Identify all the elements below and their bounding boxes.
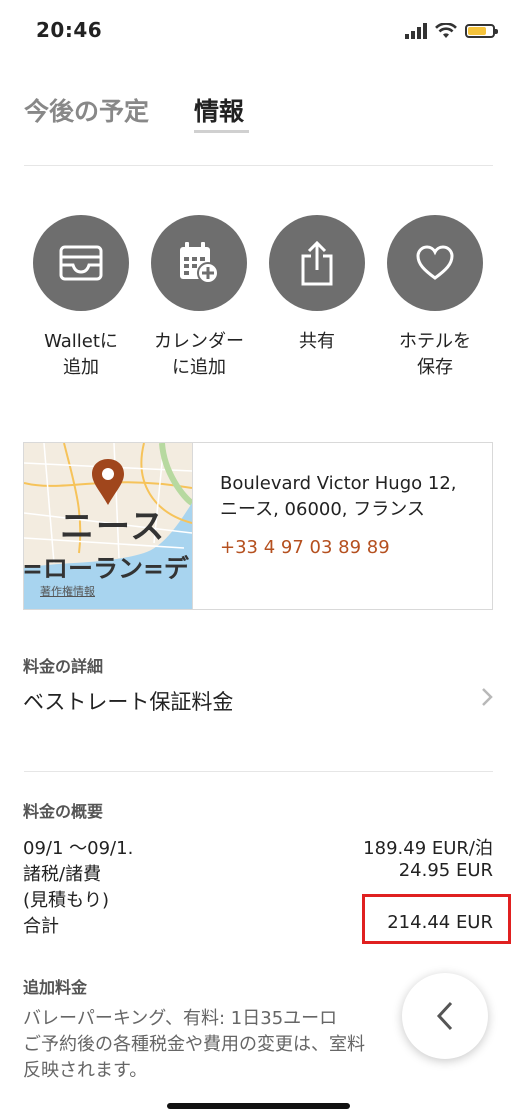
status-time: 20:46 <box>36 18 103 42</box>
save-hotel-button[interactable]: ホテルを 保存 <box>380 215 490 381</box>
cellular-signal-icon <box>405 23 427 39</box>
taxes-label: 諸税/諸費 <box>23 864 102 885</box>
wallet-icon <box>59 245 103 281</box>
tab-upcoming[interactable]: 今後の予定 <box>24 92 149 128</box>
divider <box>24 165 493 166</box>
map-copyright-link[interactable]: 著作権情報 <box>40 583 95 599</box>
add-to-calendar-label: カレンダー に追加 <box>154 331 244 378</box>
share-icon <box>301 240 333 286</box>
save-hotel-label: ホテルを 保存 <box>399 331 471 378</box>
share-button[interactable]: 共有 <box>262 215 372 355</box>
share-label: 共有 <box>299 331 335 352</box>
heart-icon <box>416 245 454 280</box>
hotel-phone-link[interactable]: +33 4 97 03 89 89 <box>220 537 390 558</box>
back-button[interactable] <box>402 973 488 1059</box>
dates-label: 09/1 〜09/1. <box>23 838 134 859</box>
chevron-right-icon[interactable] <box>480 686 494 708</box>
tab-info[interactable]: 情報 <box>194 92 244 128</box>
add-to-wallet-button[interactable]: Walletに 追加 <box>26 215 136 381</box>
calendar-add-icon <box>180 242 219 284</box>
map-pin-icon <box>92 459 124 505</box>
taxes-value: 24.95 EUR <box>398 860 493 881</box>
map-street-label: =ローラン=デ <box>24 554 189 583</box>
estimate-label: (見積もり) <box>23 890 110 911</box>
rate-details-label: 料金の詳細 <box>23 657 104 676</box>
map-thumbnail[interactable]: ニース =ローラン=デ 著作権情報 <box>24 443 193 609</box>
extra-charges-line: 反映されます。 <box>23 1060 148 1081</box>
add-to-wallet-label: Walletに 追加 <box>44 331 118 378</box>
extra-charges-line: ご予約後の各種税金や費用の変更は、室料 <box>23 1034 365 1055</box>
battery-icon <box>465 24 498 38</box>
extra-charges-label: 追加料金 <box>23 978 88 997</box>
add-to-calendar-button[interactable]: カレンダー に追加 <box>144 215 254 381</box>
chevron-left-icon <box>436 1001 453 1031</box>
location-card[interactable]: ニース =ローラン=デ 著作権情報 Boulevard Victor Hugo … <box>23 442 493 610</box>
price-summary-label: 料金の概要 <box>23 802 104 821</box>
wifi-icon <box>435 23 457 38</box>
nightly-rate-value: 189.49 EUR/泊 <box>363 838 493 859</box>
total-highlight-box <box>362 894 511 944</box>
status-icons <box>405 20 498 42</box>
rate-title[interactable]: ベストレート保証料金 <box>23 686 233 716</box>
tab-underline <box>194 130 249 133</box>
home-indicator[interactable] <box>167 1103 350 1109</box>
extra-charges-line: バレーパーキング、有料: 1日35ユーロ <box>23 1008 338 1029</box>
hotel-address: Boulevard Victor Hugo 12, ニース, 06000, フラ… <box>220 473 457 520</box>
total-label: 合計 <box>23 916 59 937</box>
divider <box>24 771 493 772</box>
